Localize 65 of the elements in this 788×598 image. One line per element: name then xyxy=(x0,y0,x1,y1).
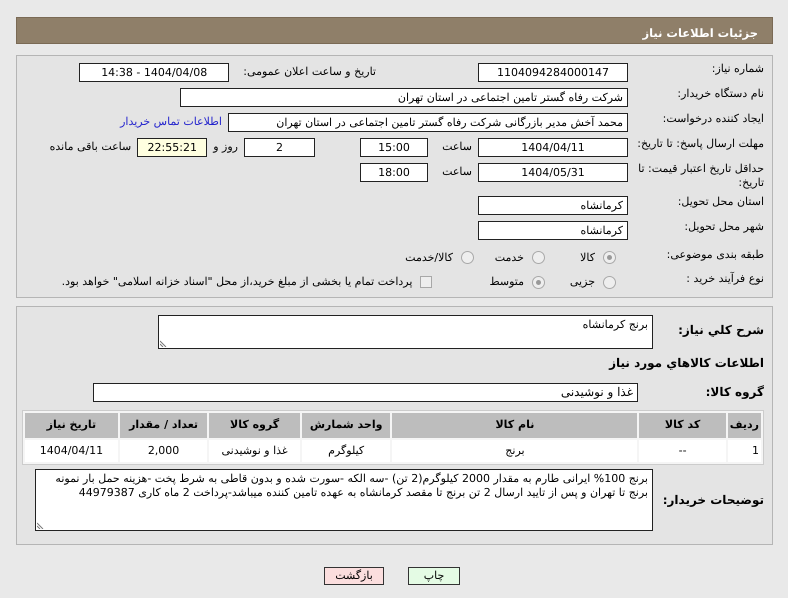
column-header: تاریخ نیاز xyxy=(25,413,118,438)
table-cell: برنج xyxy=(392,440,638,462)
input-field: 18:00 xyxy=(360,163,428,182)
column-header: واحد شمارش xyxy=(302,413,390,438)
field-label: مهلت ارسال پاسخ: تا تاریخ: xyxy=(636,137,764,151)
back-button[interactable]: بازگشت xyxy=(324,567,384,585)
input-field: 2 xyxy=(244,138,315,157)
text-area[interactable]: برنج کرمانشاه xyxy=(158,315,653,349)
input-field: محمد آخش مدیر بازرگانی شرکت رفاه گستر تامین اجتماعی در استان تهران xyxy=(228,113,628,132)
input-field: غذا و نوشیدنی xyxy=(93,383,638,402)
field-label: شماره نیاز: xyxy=(710,62,764,76)
field-label: نوع فرآیند خرید : xyxy=(685,272,764,286)
radio-button[interactable] xyxy=(532,276,545,289)
table-cell: 1 xyxy=(728,440,761,462)
table-cell: -- xyxy=(639,440,726,462)
field-label: ایجاد کننده درخواست: xyxy=(662,112,764,126)
input-field: 15:00 xyxy=(360,138,428,157)
resize-grip-icon[interactable] xyxy=(160,340,167,347)
column-header: گروه کالا xyxy=(209,413,300,438)
input-field: 1404/04/08 - 14:38 xyxy=(79,63,230,82)
input-field: کرمانشاه xyxy=(478,196,628,214)
field-label: ساعت xyxy=(441,139,472,155)
field-label: ساعت باقی مانده xyxy=(50,139,132,155)
radio-label: کالا/خدمت xyxy=(405,250,453,266)
table-cell: 2,000 xyxy=(120,440,208,462)
radio-label: خدمت xyxy=(494,250,524,266)
radio-button[interactable] xyxy=(603,251,616,264)
input-field: 22:55:21 xyxy=(137,138,208,157)
contact-link[interactable]: اطلاعات تماس خریدار xyxy=(120,112,222,130)
field-label: شرح کلي نياز: xyxy=(677,322,764,338)
input-field: شرکت رفاه گستر تامین اجتماعی در استان تهران xyxy=(180,88,628,107)
page-header: جزئیات اطلاعات نیاز xyxy=(16,17,773,44)
table-cell: 1404/04/11 xyxy=(25,440,118,462)
field-label: حداقل تاریخ اعتبار قیمت: تا تاریخ: xyxy=(637,162,764,190)
input-field: کرمانشاه xyxy=(478,220,628,240)
column-header: تعداد / مقدار xyxy=(120,413,208,438)
field-label: استان محل تحویل: xyxy=(676,194,764,208)
field-label: ساعت xyxy=(441,164,472,180)
radio-button[interactable] xyxy=(461,251,474,264)
radio-label: کالا xyxy=(580,250,595,266)
radio-button[interactable] xyxy=(603,276,616,289)
column-header: کد کالا xyxy=(639,413,726,438)
field-label: روز و xyxy=(213,139,238,155)
resize-grip-icon[interactable] xyxy=(37,522,44,529)
table-cell: غذا و نوشیدنی xyxy=(209,440,300,462)
print-button[interactable]: چاپ xyxy=(408,567,460,585)
section-title: اطلاعات کالاهاي مورد نياز xyxy=(608,355,764,372)
field-label: شهر محل تحویل: xyxy=(683,220,764,234)
input-field: 1404/04/11 xyxy=(478,138,628,157)
field-label: تاریخ و ساعت اعلان عمومی: xyxy=(243,64,376,80)
field-label: گروه کالا: xyxy=(704,384,764,400)
input-field: 1404/05/31 xyxy=(478,163,628,182)
input-field: 1104094284000147 xyxy=(478,63,628,82)
column-header: نام کالا xyxy=(392,413,638,438)
field-label: طبقه بندی موضوعی: xyxy=(666,248,764,262)
column-header: ردیف xyxy=(728,413,761,438)
table-cell: کیلوگرم xyxy=(302,440,390,462)
checkbox[interactable] xyxy=(420,276,432,288)
radio-label: متوسط xyxy=(489,274,524,290)
text-area[interactable]: برنج 100% ایرانی طارم به مقدار 2000 کیلوگرم(2 تن) -سه الکه -سورت شده و بدون قاطی به شرط پخت -هزینه حمل بار نمونه برنج تا تهران و پس از تایید ارسال 2 تن برنج تا مقصد کرمانشاه به عهده تامین کننده میباشد-پرداخت 2 ماه کاری 44979387 xyxy=(35,469,653,531)
radio-label: جزیی xyxy=(570,274,595,290)
field-label: توضیحات خریدار: xyxy=(662,492,764,508)
checkbox-label: پرداخت تمام یا بخشی از مبلغ خرید،از محل "اسناد خزانه اسلامی" خواهد بود. xyxy=(62,274,412,290)
field-label: نام دستگاه خریدار: xyxy=(676,87,764,101)
radio-button[interactable] xyxy=(532,251,545,264)
